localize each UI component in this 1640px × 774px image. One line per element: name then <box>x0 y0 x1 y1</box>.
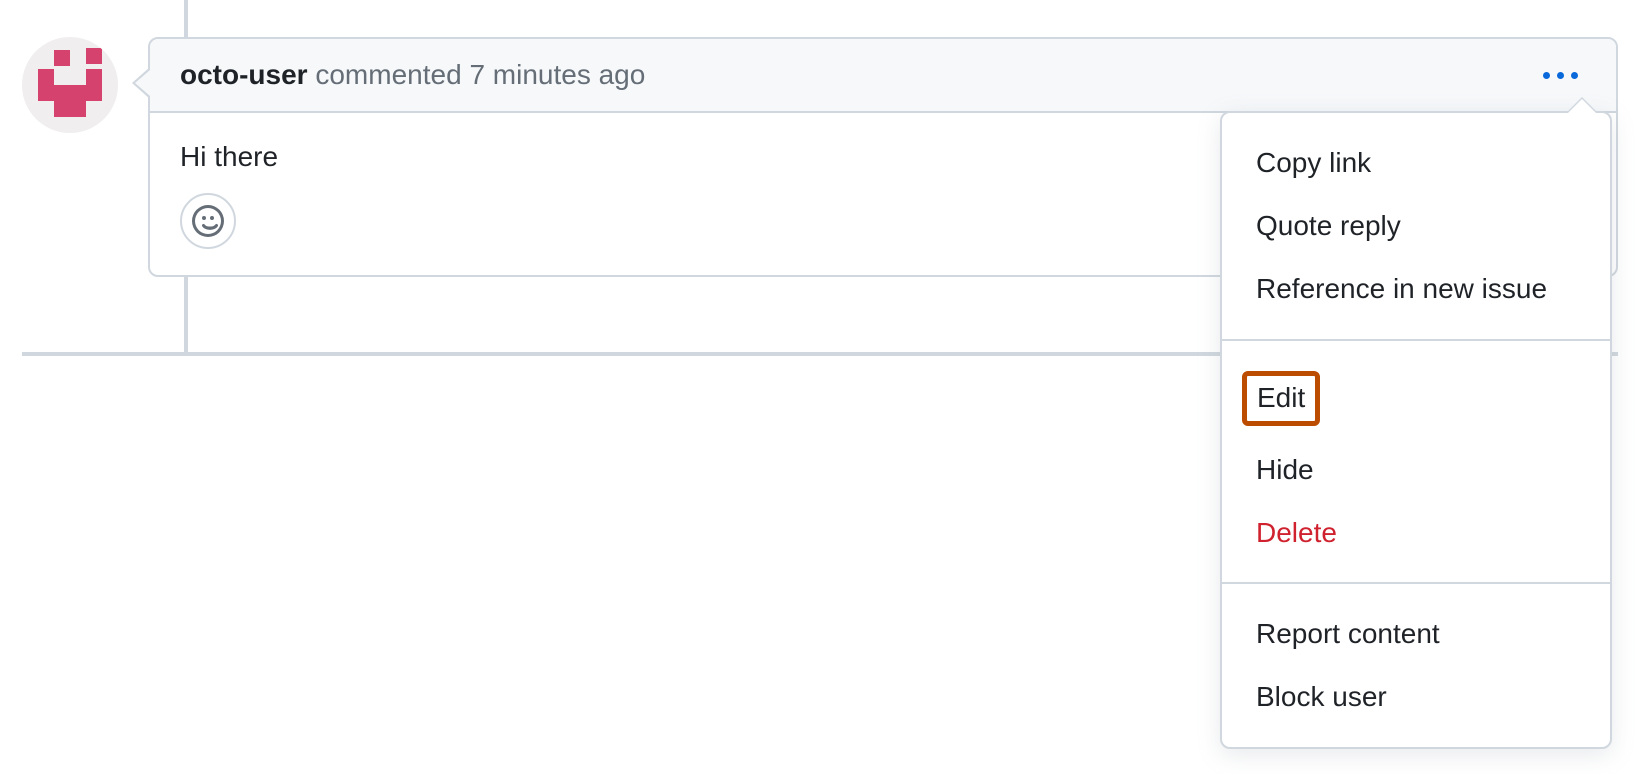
comment-caret <box>132 67 150 99</box>
kebab-dot-icon <box>1571 72 1578 79</box>
dropdown-caret <box>1568 99 1596 113</box>
menu-item-block-user[interactable]: Block user <box>1222 665 1610 728</box>
smiley-icon <box>192 205 224 237</box>
kebab-menu-button[interactable] <box>1535 66 1586 85</box>
menu-item-reference-issue[interactable]: Reference in new issue <box>1222 257 1610 320</box>
menu-item-delete[interactable]: Delete <box>1222 501 1610 564</box>
comment-actions-dropdown: Copy link Quote reply Reference in new i… <box>1220 111 1612 749</box>
kebab-dot-icon <box>1543 72 1550 79</box>
kebab-dot-icon <box>1557 72 1564 79</box>
comment-box: octo-user commented 7 minutes ago Hi the… <box>148 37 1618 277</box>
comment-header-text: octo-user commented 7 minutes ago <box>180 59 645 91</box>
menu-item-copy-link[interactable]: Copy link <box>1222 131 1610 194</box>
comment-timestamp[interactable]: 7 minutes ago <box>469 59 645 90</box>
menu-item-hide[interactable]: Hide <box>1222 438 1610 501</box>
dropdown-section: Copy link Quote reply Reference in new i… <box>1222 113 1610 339</box>
dropdown-section: Edit Hide Delete <box>1222 339 1610 583</box>
avatar[interactable] <box>22 37 118 133</box>
menu-item-quote-reply[interactable]: Quote reply <box>1222 194 1610 257</box>
comment-action: commented <box>315 59 461 90</box>
add-reaction-button[interactable] <box>180 193 236 249</box>
menu-item-edit[interactable]: Edit <box>1222 359 1610 438</box>
comment-header: octo-user commented 7 minutes ago <box>150 39 1616 113</box>
comment-container: octo-user commented 7 minutes ago Hi the… <box>22 37 1618 277</box>
menu-item-report-content[interactable]: Report content <box>1222 602 1610 665</box>
dropdown-section: Report content Block user <box>1222 582 1610 746</box>
author-link[interactable]: octo-user <box>180 59 308 90</box>
highlight-outline: Edit <box>1242 371 1320 426</box>
identicon <box>22 37 118 133</box>
